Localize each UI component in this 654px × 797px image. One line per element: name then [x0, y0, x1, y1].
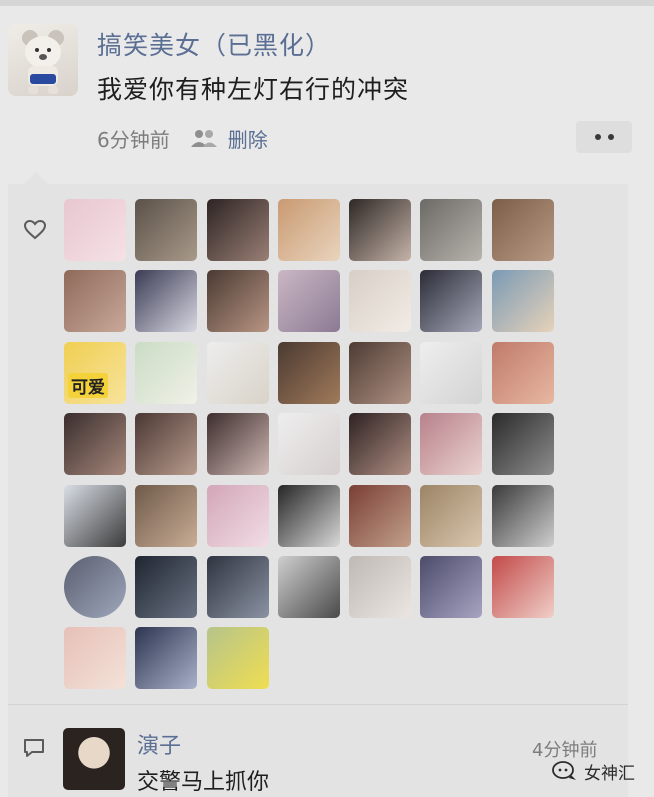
more-dots-icon	[607, 134, 614, 140]
post-text: 我爱你有种左灯右行的冲突	[97, 75, 410, 104]
liker-avatar[interactable]	[206, 270, 269, 333]
wechat-channel-logo-icon	[552, 761, 576, 780]
liker-avatar[interactable]	[206, 484, 269, 547]
liker-avatar[interactable]	[491, 555, 554, 618]
more-button[interactable]	[576, 121, 632, 153]
liker-avatar[interactable]	[491, 199, 554, 261]
liker-avatar[interactable]	[206, 413, 269, 476]
likes-avatar-grid: 可爱	[64, 199, 568, 690]
liker-avatar[interactable]	[420, 555, 483, 618]
liker-avatar[interactable]	[64, 627, 126, 690]
liker-avatar[interactable]	[349, 341, 412, 404]
liker-avatar[interactable]	[491, 413, 554, 476]
post-time: 6分钟前	[97, 127, 170, 152]
comment-text: 交警马上抓你	[137, 770, 270, 795]
teddy-bear-icon	[22, 30, 64, 94]
liker-avatar[interactable]	[277, 484, 340, 547]
liker-avatar[interactable]	[277, 341, 340, 404]
post-username[interactable]: 搞笑美女（已黑化）	[97, 26, 331, 62]
liker-avatar[interactable]	[206, 555, 269, 618]
post-meta: 6分钟前 删除	[97, 124, 268, 152]
sticker-label: 可爱	[68, 372, 108, 398]
liker-avatar[interactable]	[349, 199, 412, 261]
liker-avatar[interactable]	[206, 627, 269, 690]
liker-avatar[interactable]	[349, 270, 412, 333]
liker-avatar[interactable]	[349, 484, 412, 547]
liker-avatar[interactable]	[349, 413, 412, 476]
liker-avatar[interactable]	[64, 484, 126, 547]
top-edge	[0, 0, 654, 6]
liker-avatar[interactable]	[64, 199, 126, 261]
watermark: 女神汇	[552, 756, 635, 786]
liker-avatar[interactable]	[277, 199, 340, 261]
comment-avatar[interactable]	[63, 728, 125, 790]
liker-avatar[interactable]	[420, 484, 483, 547]
liker-avatar[interactable]	[491, 270, 554, 333]
people-icon[interactable]	[190, 127, 218, 149]
liker-avatar[interactable]	[64, 270, 126, 333]
liker-avatar[interactable]	[135, 627, 198, 690]
liker-avatar[interactable]	[420, 341, 483, 404]
comment-icon	[24, 739, 44, 757]
liker-avatar[interactable]	[64, 555, 126, 618]
liker-avatar[interactable]	[135, 341, 198, 404]
liker-avatar[interactable]	[277, 413, 340, 476]
teddy-bear-avatar[interactable]	[8, 24, 78, 96]
delete-link[interactable]: 删除	[228, 124, 268, 153]
liker-avatar[interactable]	[64, 413, 126, 476]
more-dots-icon	[594, 134, 601, 140]
heart-icon	[24, 220, 46, 240]
liker-avatar[interactable]	[491, 484, 554, 547]
liker-avatar[interactable]	[420, 413, 483, 476]
liker-avatar[interactable]	[135, 413, 198, 476]
liker-avatar[interactable]	[206, 341, 269, 404]
liker-avatar[interactable]	[135, 270, 198, 333]
liker-avatar[interactable]	[135, 199, 198, 261]
liker-avatar[interactable]	[206, 199, 269, 261]
liker-avatar[interactable]	[349, 555, 412, 618]
liker-avatar[interactable]	[277, 555, 340, 618]
liker-avatar[interactable]	[135, 484, 198, 547]
liker-avatar[interactable]	[420, 199, 483, 261]
liker-avatar[interactable]	[420, 270, 483, 333]
liker-avatar[interactable]	[491, 341, 554, 404]
liker-avatar[interactable]	[135, 555, 198, 618]
watermark-text: 女神汇	[584, 763, 635, 784]
liker-avatar[interactable]	[277, 270, 340, 333]
liker-avatar[interactable]: 可爱	[64, 341, 126, 404]
likes-panel-caret	[24, 172, 48, 184]
comment-author[interactable]: 演子	[137, 728, 181, 760]
